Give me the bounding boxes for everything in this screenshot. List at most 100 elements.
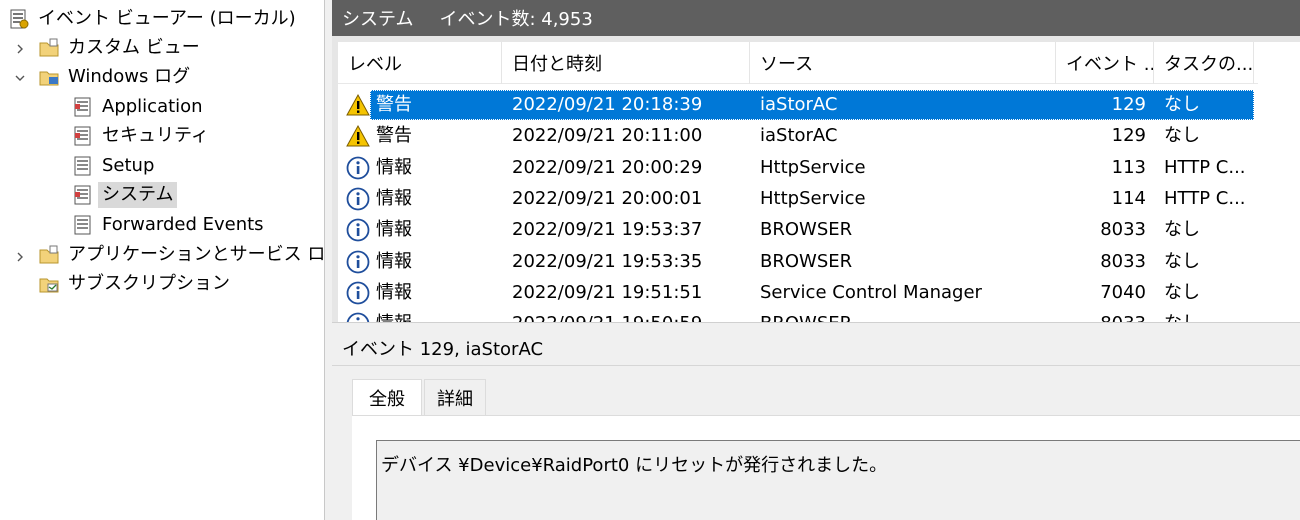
event-id: 113: [1111, 156, 1146, 178]
event-source: BROWSER: [760, 219, 853, 241]
event-id: 8033: [1100, 250, 1146, 272]
event-source: iaStorAC: [760, 94, 838, 115]
event-task-category: なし: [1164, 309, 1252, 322]
table-row[interactable]: 情報 2022/09/21 19:50:59 BROWSER 8033 なし: [338, 309, 1254, 322]
tree-item-application[interactable]: Application: [72, 93, 207, 121]
folder-icon: [38, 66, 60, 88]
event-level: 警告: [376, 125, 412, 147]
column-datetime[interactable]: 日付と時刻: [502, 42, 750, 84]
tree-item-label: サブスクリプション: [68, 273, 230, 294]
info-icon: [346, 281, 370, 305]
column-event-id[interactable]: イベント ...: [1056, 42, 1154, 84]
event-id: 8033: [1062, 309, 1146, 322]
event-detail-pane: イベント 129, iaStorAC 全般 詳細 デバイス ¥Device¥Ra…: [332, 322, 1300, 520]
tree-item-subscriptions[interactable]: サブスクリプション: [38, 270, 234, 298]
tree-item-custom-views[interactable]: カスタム ビュー: [38, 34, 204, 62]
log-icon: [72, 125, 94, 147]
event-datetime: 2022/09/21 20:00:01: [512, 187, 703, 209]
tab-page-general: デバイス ¥Device¥RaidPort0 にリセットが発行されました。: [352, 415, 1300, 520]
divider: [332, 365, 1300, 366]
warning-icon: [346, 124, 370, 148]
tree-item-label: カスタム ビュー: [68, 37, 200, 58]
event-source: BROWSER: [760, 309, 1050, 322]
event-level: 情報: [376, 219, 412, 241]
warning-icon: [346, 93, 370, 117]
table-row[interactable]: 警告 2022/09/21 20:11:00 iaStorAC 129 なし: [338, 121, 1254, 151]
event-task-category: なし: [1164, 94, 1200, 115]
event-level: 情報: [376, 187, 412, 209]
event-id: 129: [1111, 125, 1146, 147]
event-level: 警告: [376, 94, 412, 115]
event-datetime: 2022/09/21 19:53:35: [512, 250, 703, 272]
tree-item-label: Forwarded Events: [102, 214, 264, 235]
log-name: システム: [342, 9, 414, 30]
column-task-category[interactable]: タスクの...: [1154, 42, 1254, 84]
tree-item-windows-logs[interactable]: Windows ログ: [38, 63, 194, 91]
event-task-category: なし: [1164, 219, 1200, 241]
event-datetime: 2022/09/21 19:53:37: [512, 219, 703, 241]
info-icon: [346, 218, 370, 242]
log-header-bar: システム イベント数: 4,953: [332, 0, 1300, 36]
event-task-category: HTTP C...: [1164, 187, 1246, 209]
event-source: iaStorAC: [760, 125, 838, 147]
tree-item-security[interactable]: セキュリティ: [72, 122, 213, 150]
info-icon: [346, 187, 370, 211]
folder-icon: [38, 37, 60, 59]
tree-item-label: Application: [102, 96, 203, 117]
table-row[interactable]: 情報 2022/09/21 20:00:29 HttpService 113 HTTP …: [338, 153, 1254, 183]
tree-item-label: Setup: [102, 155, 155, 176]
tree-item-system[interactable]: システム: [72, 181, 178, 209]
event-id: 129: [1111, 94, 1146, 115]
tree-item-event-viewer-local[interactable]: イベント ビューアー (ローカル): [8, 5, 300, 33]
event-datetime: 2022/09/21 20:11:00: [512, 125, 703, 147]
table-row[interactable]: 情報 2022/09/21 19:51:51 Service Control Man…: [338, 278, 1254, 308]
log-icon: [72, 155, 94, 177]
navigation-tree: イベント ビューアー (ローカル) カスタム ビュー Windows ログ Ap…: [0, 0, 343, 520]
event-id: 8033: [1100, 219, 1146, 241]
tab-general[interactable]: 全般: [352, 379, 422, 415]
folder-icon: [38, 244, 60, 266]
tree-item-setup[interactable]: Setup: [72, 152, 158, 180]
table-row[interactable]: 情報 2022/09/21 19:53:35 BROWSER 8033 なし: [338, 247, 1254, 277]
column-header: レベル 日付と時刻 ソース イベント ... タスクの...: [338, 42, 1258, 84]
event-id: 114: [1111, 187, 1146, 209]
tree-item-apps-services-logs[interactable]: アプリケーションとサービス ログ: [38, 241, 347, 269]
chevron-right-icon[interactable]: [14, 43, 26, 55]
chevron-right-icon[interactable]: [14, 251, 26, 263]
table-row[interactable]: 情報 2022/09/21 19:53:37 BROWSER 8033 なし: [338, 215, 1254, 245]
log-icon: [72, 96, 94, 118]
tree-item-label: アプリケーションとサービス ログ: [68, 244, 344, 265]
event-level: 情報: [376, 156, 412, 178]
tree-item-label: セキュリティ: [102, 125, 209, 146]
event-list: レベル 日付と時刻 ソース イベント ... タスクの... 警告 2022/09…: [332, 36, 1300, 322]
event-message[interactable]: デバイス ¥Device¥RaidPort0 にリセットが発行されました。: [376, 440, 1300, 520]
info-icon: [346, 312, 370, 322]
event-task-category: HTTP C...: [1164, 156, 1246, 178]
event-task-category: なし: [1164, 281, 1200, 303]
event-detail-title: イベント 129, iaStorAC: [342, 339, 544, 360]
event-task-category: なし: [1164, 125, 1200, 147]
table-row[interactable]: 警告 2022/09/21 20:18:39 iaStorAC 129 なし: [338, 90, 1254, 120]
event-task-category: なし: [1164, 250, 1200, 272]
column-source[interactable]: ソース: [750, 42, 1056, 84]
info-icon: [346, 250, 370, 274]
subscription-icon: [38, 273, 60, 295]
event-source: HttpService: [760, 156, 866, 178]
tree-item-label: Windows ログ: [68, 66, 191, 87]
event-level: 情報: [376, 250, 412, 272]
table-row[interactable]: 情報 2022/09/21 20:00:01 HttpService 114 HTTP …: [338, 184, 1254, 214]
event-datetime: 2022/09/21 20:00:29: [512, 156, 703, 178]
info-icon: [346, 156, 370, 180]
tree-item-forwarded-events[interactable]: Forwarded Events: [72, 211, 268, 239]
tab-details[interactable]: 詳細: [424, 379, 486, 415]
tree-item-label: システム: [98, 182, 178, 208]
event-source: Service Control Manager: [760, 281, 982, 303]
event-datetime: 2022/09/21 20:18:39: [512, 94, 703, 115]
event-source: HttpService: [760, 187, 866, 209]
pane-splitter[interactable]: [325, 0, 332, 520]
column-level[interactable]: レベル: [338, 42, 502, 84]
event-datetime: 2022/09/21 19:51:51: [512, 281, 703, 303]
event-level: 情報: [376, 309, 496, 322]
log-icon: [72, 184, 94, 206]
chevron-down-icon[interactable]: [14, 72, 26, 84]
